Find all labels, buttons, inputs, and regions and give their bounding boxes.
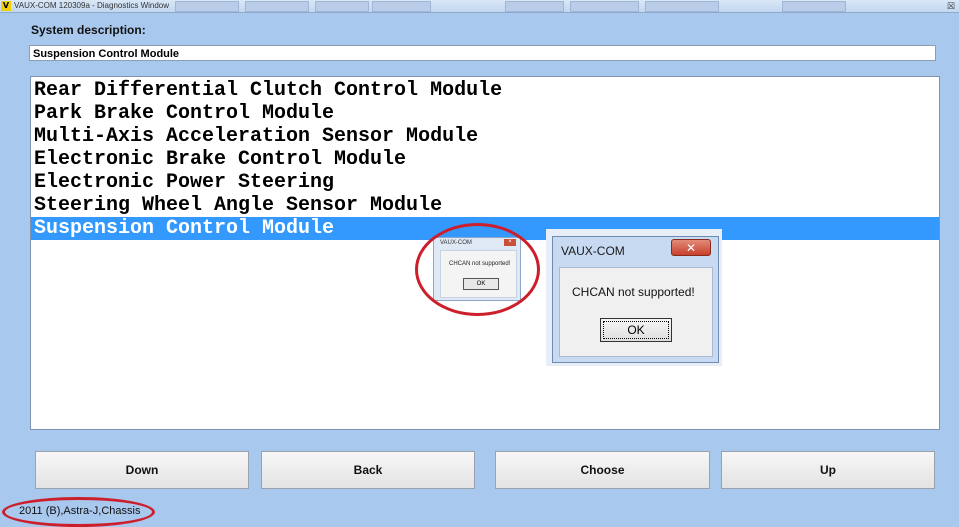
system-description-label: System description: xyxy=(31,23,146,37)
back-button[interactable]: Back xyxy=(261,451,475,489)
taskbar-item[interactable] xyxy=(570,1,639,12)
window-close-icon[interactable]: ☒ xyxy=(947,0,955,12)
taskbar-item[interactable] xyxy=(245,1,309,12)
list-item[interactable]: Park Brake Control Module xyxy=(31,102,939,125)
list-item[interactable]: Steering Wheel Angle Sensor Module xyxy=(31,194,939,217)
error-dialog: VAUX-COM ✕ CHCAN not supported! OK xyxy=(552,236,719,363)
list-item[interactable]: Multi-Axis Acceleration Sensor Module xyxy=(31,125,939,148)
dialog-ok-button[interactable]: OK xyxy=(600,318,672,342)
taskbar-item[interactable] xyxy=(645,1,719,12)
annotation-ring-dialog xyxy=(415,223,540,316)
dialog-body: CHCAN not supported! OK xyxy=(559,267,713,357)
dialog-title: VAUX-COM xyxy=(561,244,625,258)
app-logo-icon: V xyxy=(1,1,11,11)
taskbar-item[interactable] xyxy=(372,1,431,12)
dialog-close-icon[interactable]: ✕ xyxy=(671,239,711,256)
list-item[interactable]: Electronic Power Steering xyxy=(31,171,939,194)
list-item[interactable]: Electronic Brake Control Module xyxy=(31,148,939,171)
annotation-ring-status xyxy=(2,497,155,527)
system-description-field: Suspension Control Module xyxy=(29,45,936,61)
taskbar-item[interactable] xyxy=(175,1,239,12)
window-title: VAUX-COM 120309a - Diagnostics Window xyxy=(14,1,170,10)
title-bar: V VAUX-COM 120309a - Diagnostics Window … xyxy=(0,0,959,13)
list-item[interactable]: Rear Differential Clutch Control Module xyxy=(31,79,939,102)
up-button[interactable]: Up xyxy=(721,451,935,489)
taskbar-item[interactable] xyxy=(782,1,846,12)
choose-button[interactable]: Choose xyxy=(495,451,710,489)
taskbar-item[interactable] xyxy=(505,1,564,12)
down-button[interactable]: Down xyxy=(35,451,249,489)
taskbar-item[interactable] xyxy=(315,1,369,12)
dialog-message: CHCAN not supported! xyxy=(572,285,695,299)
